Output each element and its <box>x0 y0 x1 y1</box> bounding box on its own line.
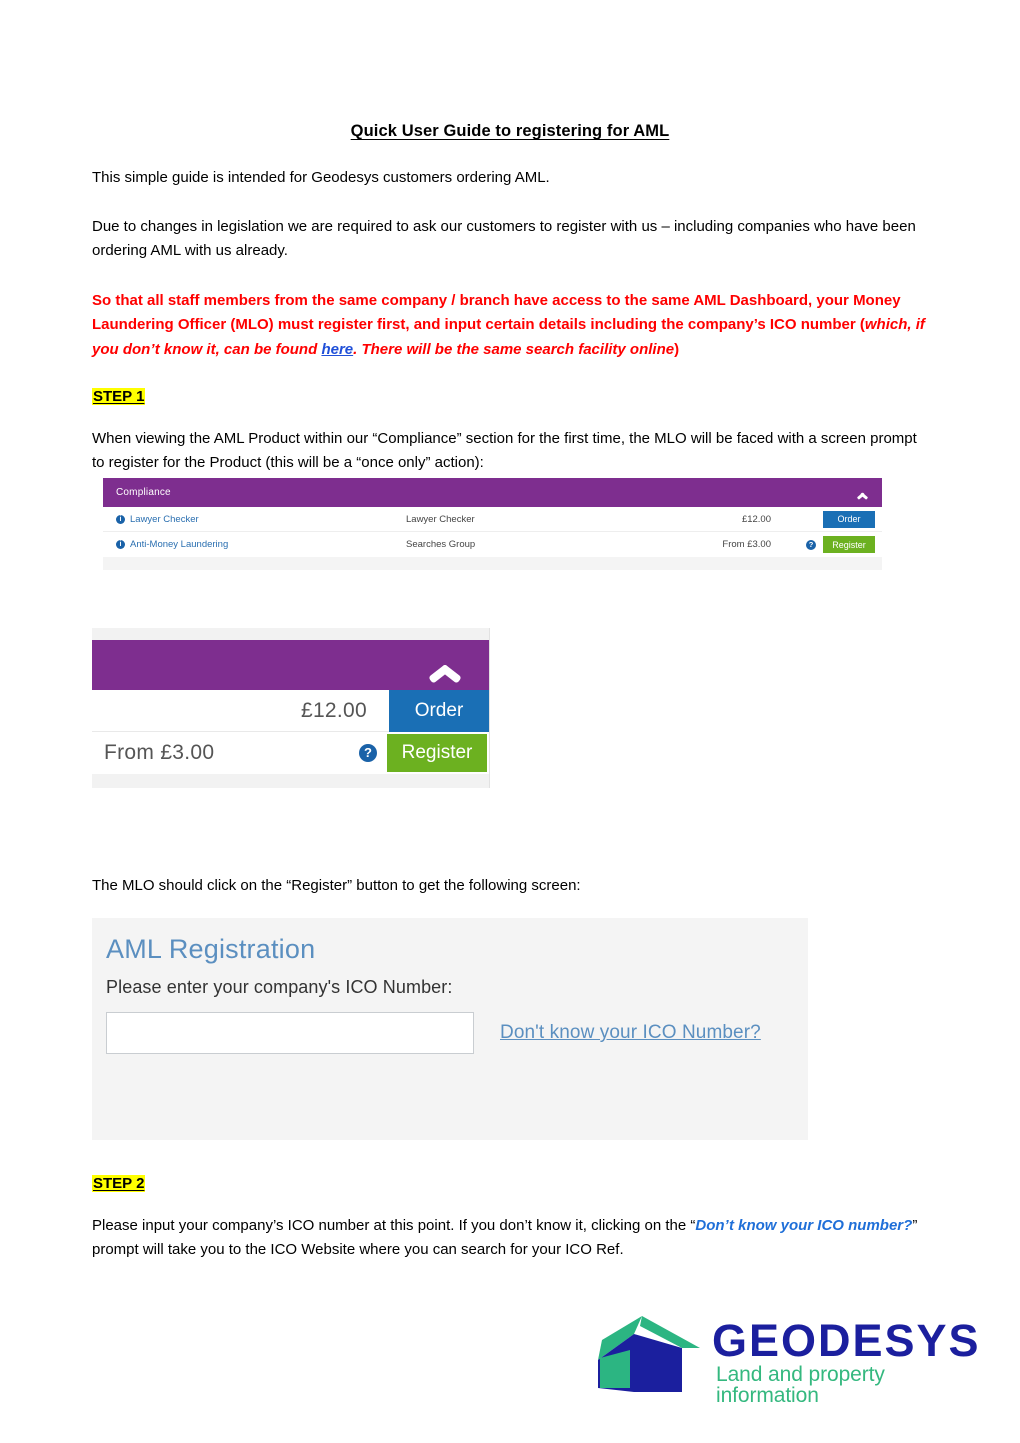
ico-number-label: Please enter your company's ICO Number: <box>106 977 453 997</box>
table-row: i Anti-Money Laundering Searches Group F… <box>103 532 882 557</box>
step2-paragraph: Please input your company’s ICO number a… <box>92 1214 928 1263</box>
notice-part1: So that all staff members from the same … <box>92 292 901 334</box>
product-group: Lawyer Checker <box>406 513 475 525</box>
page-title-text: Quick User Guide to registering for AML <box>350 122 670 140</box>
product-name[interactable]: Lawyer Checker <box>130 514 199 525</box>
ico-input-row: Don't know your ICO Number? <box>106 1012 808 1054</box>
mlo-click-paragraph: The MLO should click on the “Register” b… <box>92 877 581 894</box>
chevron-up-icon[interactable] <box>427 654 463 676</box>
info-icon[interactable]: i <box>116 540 125 549</box>
product-group: Searches Group <box>406 539 476 550</box>
zoomed-header <box>92 640 489 690</box>
zoomed-price: £12.00 <box>300 698 367 722</box>
row-actions: ? Register <box>771 536 882 553</box>
zoomed-row: £12.00 Order <box>92 689 489 732</box>
info-icon[interactable]: i <box>116 514 125 524</box>
document-body: Quick User Guide to registering for AML … <box>92 0 928 476</box>
zoomed-price: From £3.00 <box>104 741 215 764</box>
question-icon[interactable]: ? <box>806 539 816 550</box>
question-icon[interactable]: ? <box>359 744 377 762</box>
notice-paragraph: So that all staff members from the same … <box>92 289 928 362</box>
notice-italic2: . There will be the same search facility… <box>353 340 675 358</box>
aml-registration-title: AML Registration <box>106 934 316 964</box>
here-link[interactable]: here <box>321 341 353 358</box>
product-price: From £3.00 <box>722 539 771 550</box>
intro-paragraph: This simple guide is intended for Geodes… <box>92 169 550 187</box>
compliance-screenshot: Compliance i Lawyer Checker Lawyer Check… <box>103 478 882 570</box>
step2-label: STEP 2 <box>92 1175 146 1192</box>
step2-part1: Please input your company’s ICO number a… <box>92 1217 696 1234</box>
logo-tagline: Land and property information <box>716 1363 885 1407</box>
product-name-cell: i Lawyer Checker <box>116 514 406 525</box>
row-actions: Order <box>771 510 882 528</box>
ico-number-input[interactable] <box>106 1012 474 1054</box>
product-price: £12.00 <box>741 513 771 525</box>
aml-registration-screenshot: AML Registration Please enter your compa… <box>92 918 808 1140</box>
zoomed-compliance-screenshot: £12.00 Order From £3.00 ? Register <box>92 628 490 788</box>
step1-heading: STEP 1 <box>92 388 928 406</box>
house-logo-icon <box>598 1316 700 1392</box>
legislation-paragraph: Due to changes in legislation we are req… <box>92 217 916 259</box>
product-name[interactable]: Anti-Money Laundering <box>130 539 228 550</box>
logo-wordmark: GEODESYS <box>712 1315 981 1366</box>
step2-heading: STEP 2 <box>92 1175 928 1192</box>
register-button[interactable]: Register <box>823 536 875 553</box>
compliance-header-title: Compliance <box>116 487 171 498</box>
table-row: i Lawyer Checker Lawyer Checker £12.00 O… <box>103 507 882 532</box>
geodesys-logo: GEODESYS Land and property information <box>590 1308 979 1406</box>
step1-label: STEP 1 <box>92 388 146 406</box>
order-button-large[interactable]: Order <box>389 689 489 732</box>
compliance-header: Compliance <box>103 478 882 507</box>
step2-emphasis: Don’t know your ICO number? <box>695 1217 913 1234</box>
notice-part2: ) <box>674 340 680 358</box>
chevron-up-icon[interactable] <box>856 488 869 497</box>
register-button-large[interactable]: Register <box>387 734 487 772</box>
product-name-cell: i Anti-Money Laundering <box>116 539 406 550</box>
order-button[interactable]: Order <box>823 510 875 528</box>
zoomed-row: From £3.00 ? Register <box>92 732 489 774</box>
dont-know-ico-link[interactable]: Don't know your ICO Number? <box>500 1022 761 1044</box>
document-page: Quick User Guide to registering for AML … <box>0 0 1020 1443</box>
page-title: Quick User Guide to registering for AML <box>92 120 928 142</box>
step1-paragraph: When viewing the AML Product within our … <box>92 430 917 472</box>
